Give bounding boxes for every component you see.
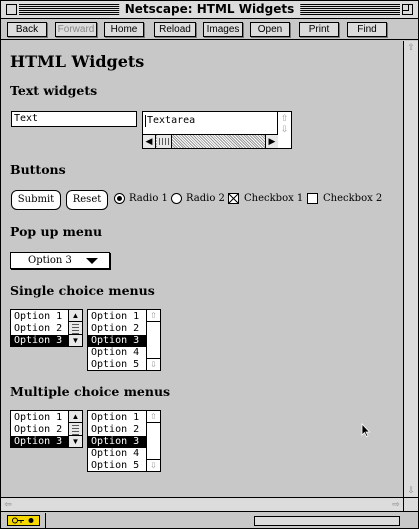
resize-grip-icon[interactable] xyxy=(403,497,418,511)
textarea-vertical-scrollbar[interactable]: ⇧ ⇩ xyxy=(277,112,291,136)
list-item[interactable]: Option 2 xyxy=(11,424,69,436)
browser-window: Netscape: HTML Widgets Back Forward Home… xyxy=(0,0,419,529)
forward-button[interactable]: Forward xyxy=(55,22,97,37)
reset-button[interactable]: Reset xyxy=(66,190,108,210)
arrow-right-icon[interactable]: ▶ xyxy=(265,135,278,148)
section-heading-text-widgets: Text widgets xyxy=(10,83,98,98)
zoom-box-icon[interactable] xyxy=(402,4,413,15)
multiple-choice-list-long[interactable]: Option 1 Option 2 Option 3 Option 4 Opti… xyxy=(87,410,161,472)
list-item-selected[interactable]: Option 3 xyxy=(11,436,69,447)
open-button[interactable]: Open xyxy=(250,22,290,37)
text-input[interactable]: Text xyxy=(11,111,137,127)
arrow-down-icon[interactable]: ⇩ xyxy=(278,123,291,136)
multiple-choice-list-short[interactable]: Option 1 Option 2 Option 3 ▲ ▼ xyxy=(10,410,83,448)
checkbox-2[interactable] xyxy=(307,193,318,204)
list-item-selected[interactable]: Option 3 xyxy=(88,335,147,347)
section-heading-buttons: Buttons xyxy=(10,162,66,177)
list-item[interactable]: Option 2 xyxy=(11,323,69,335)
single-choice-list-long[interactable]: Option 1 Option 2 Option 3 Option 4 Opti… xyxy=(87,309,161,371)
key-icon[interactable] xyxy=(7,515,40,526)
textarea-horizontal-scrollbar[interactable]: ◀ ▶ xyxy=(143,134,278,148)
list-scrollbar[interactable]: ▲ ▼ xyxy=(68,310,82,346)
page-content: HTML Widgets Text widgets Text Textarea … xyxy=(1,41,403,497)
images-button[interactable]: Images xyxy=(203,22,243,37)
list-scrollbar[interactable]: ▲ ▼ xyxy=(68,411,82,447)
radio-1-label: Radio 1 xyxy=(129,193,168,204)
print-button[interactable]: Print xyxy=(299,22,339,37)
arrow-down-icon[interactable]: ⇩ xyxy=(404,484,418,497)
section-heading-popup: Pop up menu xyxy=(10,224,103,239)
list-item[interactable]: Option 1 xyxy=(88,311,147,323)
find-button[interactable]: Find xyxy=(347,22,387,37)
list-item[interactable]: Option 5 xyxy=(88,359,147,370)
checkbox-1-label: Checkbox 1 xyxy=(244,193,304,204)
progress-bar xyxy=(254,516,400,526)
arrow-up-icon[interactable]: ⇧ xyxy=(404,41,418,54)
radio-1[interactable] xyxy=(114,193,125,204)
radio-2-label: Radio 2 xyxy=(186,193,225,204)
list-item[interactable]: Option 1 xyxy=(88,412,147,424)
submit-button[interactable]: Submit xyxy=(11,190,61,210)
arrow-left-icon[interactable]: ◀ xyxy=(143,135,156,148)
arrow-up-icon[interactable]: ⇧ xyxy=(147,310,160,322)
home-button[interactable]: Home xyxy=(104,22,144,37)
arrow-down-icon[interactable]: ▼ xyxy=(69,334,82,346)
list-item[interactable]: Option 4 xyxy=(88,448,147,460)
list-scrollbar[interactable]: ⇧ ⇩ xyxy=(146,310,160,370)
status-divider xyxy=(45,513,46,528)
list-item[interactable]: Option 1 xyxy=(11,412,69,424)
list-item-selected[interactable]: Option 3 xyxy=(11,335,69,346)
window-horizontal-scrollbar[interactable]: ⇦ ⇨ xyxy=(1,497,403,511)
list-item[interactable]: Option 2 xyxy=(88,424,147,436)
mouse-pointer-icon xyxy=(361,423,371,437)
key-glyph xyxy=(12,517,34,524)
arrow-right-icon[interactable]: ⇨ xyxy=(389,498,403,511)
arrow-left-icon[interactable]: ⇦ xyxy=(1,498,15,511)
list-item[interactable]: Option 2 xyxy=(88,323,147,335)
popup-menu[interactable]: Option 3 xyxy=(10,252,110,269)
arrow-up-icon[interactable]: ⇧ xyxy=(147,411,160,423)
status-bar xyxy=(1,511,418,528)
arrow-down-icon[interactable]: ▼ xyxy=(69,435,82,447)
window-title: Netscape: HTML Widgets xyxy=(118,2,301,17)
chevron-down-icon xyxy=(86,258,98,264)
checkbox-2-label: Checkbox 2 xyxy=(323,193,383,204)
navigation-toolbar: Back Forward Home Reload Images Open Pri… xyxy=(1,20,418,40)
scroll-thumb[interactable] xyxy=(157,135,172,148)
popup-menu-value: Option 3 xyxy=(28,255,72,266)
close-box-icon[interactable] xyxy=(6,4,17,15)
reload-button[interactable]: Reload xyxy=(154,22,196,37)
arrow-down-icon[interactable]: ⇩ xyxy=(147,358,160,370)
radio-2[interactable] xyxy=(171,193,182,204)
list-item-selected[interactable]: Option 3 xyxy=(88,436,147,448)
page-title: HTML Widgets xyxy=(10,52,145,71)
title-bar[interactable]: Netscape: HTML Widgets xyxy=(1,1,418,19)
window-vertical-scrollbar[interactable]: ⇧ ⇩ xyxy=(403,41,418,497)
section-heading-multiple-choice: Multiple choice menus xyxy=(10,384,171,399)
arrow-down-icon[interactable]: ⇩ xyxy=(147,459,160,471)
back-button[interactable]: Back xyxy=(7,22,47,37)
textarea[interactable]: Textarea ⇧ ⇩ ◀ ▶ xyxy=(142,111,292,149)
single-choice-list-short[interactable]: Option 1 Option 2 Option 3 ▲ ▼ xyxy=(10,309,83,347)
section-heading-single-choice: Single choice menus xyxy=(10,283,155,298)
list-item[interactable]: Option 4 xyxy=(88,347,147,359)
list-item[interactable]: Option 1 xyxy=(11,311,69,323)
checkbox-1[interactable] xyxy=(228,193,239,204)
list-item[interactable]: Option 5 xyxy=(88,460,147,471)
list-scrollbar[interactable]: ⇧ ⇩ xyxy=(146,411,160,471)
textarea-content: Textarea xyxy=(144,115,196,127)
